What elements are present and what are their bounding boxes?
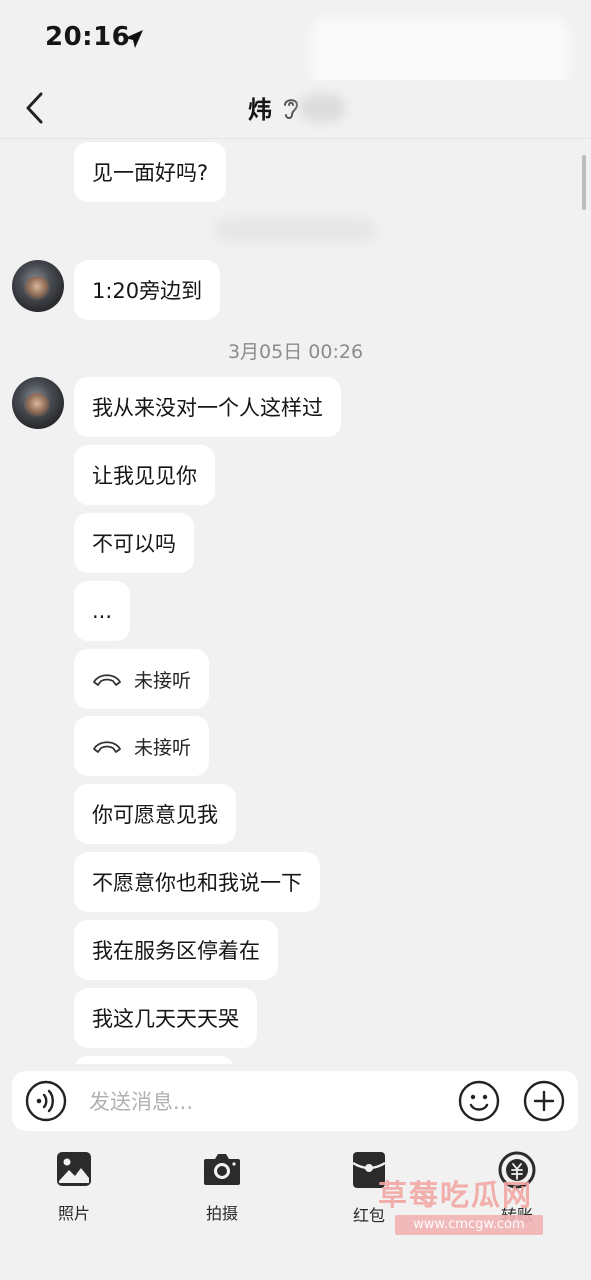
message-bubble[interactable]: 见一面好吗? — [74, 142, 227, 202]
status-icons-blur — [310, 18, 570, 88]
emoji-icon[interactable] — [458, 1080, 500, 1122]
message-bubble[interactable]: 我从来没对一个人这样过 — [74, 377, 341, 437]
avatar[interactable] — [12, 377, 64, 429]
photo-icon — [57, 1152, 91, 1186]
toolbar-label: 照片 — [57, 1204, 90, 1223]
avatar[interactable] — [12, 260, 64, 312]
message-text: 我从来没对一个人这样过 — [92, 396, 323, 420]
message-text: 你可愿意见我 — [92, 803, 218, 827]
chat-area: 见一面好吗? 1:20旁边到 3月05日 00:26 我从来没对一个人这样过 让… — [0, 139, 591, 1064]
voice-input-icon[interactable] — [25, 1080, 67, 1122]
message-bubble[interactable]: 我这几天天天哭 — [74, 988, 257, 1048]
message-text: 不愿意你也和我说一下 — [92, 871, 302, 895]
plus-icon[interactable] — [523, 1080, 565, 1122]
message-bubble-partial[interactable] — [74, 1056, 234, 1064]
status-time: 20:16 — [45, 22, 131, 52]
message-bubble[interactable]: 1:20旁边到 — [74, 260, 221, 320]
message-text: 见一面好吗? — [92, 161, 209, 185]
message-bubble[interactable]: 你可愿意见我 — [74, 784, 236, 844]
message-text: 让我见见你 — [92, 464, 197, 488]
message-text: ... — [92, 599, 113, 623]
message-bubble[interactable]: ... — [74, 581, 131, 641]
toolbar-photo[interactable]: 照片 — [24, 1150, 124, 1224]
message-text: 不可以吗 — [92, 532, 176, 556]
toolbar-camera[interactable]: 拍摄 — [172, 1150, 272, 1224]
message-text: 我在服务区停着在 — [92, 939, 260, 963]
message-text: 我这几天天天哭 — [92, 1007, 239, 1031]
message-bubble[interactable]: 不愿意你也和我说一下 — [74, 852, 320, 912]
message-text: 未接听 — [134, 669, 192, 692]
camera-icon — [204, 1154, 240, 1185]
message-bubble[interactable]: 我在服务区停着在 — [74, 920, 278, 980]
message-text: 未接听 — [134, 736, 192, 759]
message-bubble[interactable]: 不可以吗 — [74, 513, 194, 573]
missed-call-bubble[interactable]: 未接听 — [74, 649, 210, 709]
name-blur — [300, 94, 345, 122]
missed-call-bubble[interactable]: 未接听 — [74, 716, 210, 776]
timestamp: 3月05日 00:26 — [227, 341, 364, 363]
phone-hangup-icon — [93, 741, 121, 753]
back-button[interactable] — [20, 88, 50, 128]
nav-bar: 炜 — [0, 80, 591, 139]
watermark-text: 草莓吃瓜网 — [378, 1178, 534, 1212]
message-text: 1:20旁边到 — [92, 279, 203, 303]
message-input[interactable] — [87, 1081, 451, 1123]
message-input-bar — [12, 1071, 578, 1131]
status-bar: 20:16 — [0, 0, 591, 88]
watermark-url: www.cmcgw.com — [395, 1215, 543, 1235]
location-arrow-icon — [125, 30, 143, 48]
phone-hangup-icon — [93, 674, 121, 686]
message-bubble[interactable]: 让我见见你 — [74, 445, 215, 505]
toolbar-label: 拍摄 — [205, 1204, 238, 1223]
chat-title: 炜 — [248, 96, 272, 124]
ear-icon — [284, 99, 299, 119]
